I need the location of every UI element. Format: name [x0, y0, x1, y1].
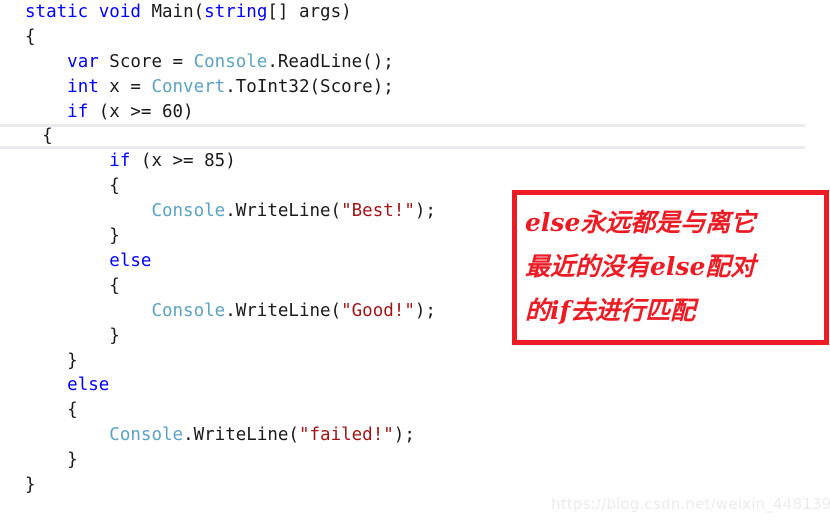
code-token: .WriteLine( — [183, 425, 299, 446]
code-token: if — [109, 151, 131, 172]
code-line[interactable]: else — [0, 373, 830, 398]
annotation-text-line: 最近的没有else配对 — [525, 252, 756, 281]
code-token: { — [25, 400, 78, 421]
code-line[interactable]: { — [0, 25, 830, 50]
code-token: Console — [109, 425, 184, 446]
code-token: { — [25, 26, 36, 47]
code-line[interactable]: if (x >= 60) — [0, 100, 830, 125]
code-token: static — [25, 2, 89, 22]
code-line[interactable]: int x = Convert.ToInt32(Score); — [0, 75, 830, 100]
code-token: ); — [414, 300, 436, 321]
watermark-url: https://blog.csdn.net/weixin_44813932 — [551, 495, 830, 513]
code-token: "Good!" — [341, 300, 415, 321]
code-token: .ToInt32(Score); — [225, 76, 394, 97]
code-token: if — [67, 101, 89, 122]
code-token: string — [204, 2, 268, 22]
code-token: .WriteLine( — [225, 300, 342, 321]
code-token: void — [98, 2, 141, 22]
code-token: { — [25, 176, 120, 197]
code-line[interactable]: } — [0, 448, 830, 473]
code-line[interactable]: } — [0, 349, 830, 374]
code-token: ); — [414, 201, 436, 222]
code-token: Convert — [151, 76, 226, 97]
code-line[interactable]: var Score = Console.ReadLine(); — [0, 50, 830, 75]
code-token: var — [67, 51, 99, 72]
code-token: { — [25, 275, 120, 296]
code-token: (x >= 85) — [130, 151, 236, 172]
code-token: } — [25, 350, 78, 371]
code-token: Main( — [140, 2, 205, 22]
code-token: (x >= 60) — [88, 101, 194, 122]
code-token: else — [67, 375, 110, 396]
code-token: Console — [193, 51, 268, 72]
code-token: "Best!" — [341, 201, 415, 222]
code-token: ); — [393, 425, 415, 446]
code-token: "failed!" — [298, 425, 394, 446]
code-line[interactable]: if (x >= 85) — [0, 149, 830, 174]
code-token: int — [67, 76, 99, 97]
annotation-callout-box: else永远都是与离它 最近的没有else配对 的if去进行匹配 — [512, 190, 829, 345]
code-token: [] args) — [267, 2, 352, 22]
code-token: } — [25, 475, 36, 496]
code-line[interactable]: { — [0, 124, 805, 150]
code-token: Console — [151, 201, 226, 222]
code-token: else — [109, 251, 152, 272]
code-token: { — [0, 126, 53, 147]
code-token: .WriteLine( — [225, 201, 342, 222]
code-token: .ReadLine(); — [267, 51, 394, 72]
code-line[interactable]: static void Main(string[] args) — [0, 0, 830, 25]
annotation-text-line: else永远都是与离它 — [525, 208, 756, 237]
code-line[interactable]: Console.WriteLine("failed!"); — [0, 423, 830, 448]
code-token: Score = — [98, 51, 194, 72]
screenshot-root: static void Main(string[] args){ var Sco… — [0, 0, 830, 524]
code-token: } — [25, 226, 120, 247]
code-token: Console — [151, 300, 226, 321]
code-line[interactable]: { — [0, 398, 830, 423]
annotation-text-line: 的if去进行匹配 — [525, 296, 696, 325]
code-token: } — [25, 325, 120, 346]
code-token: } — [25, 450, 78, 471]
code-token: x = — [98, 76, 152, 97]
